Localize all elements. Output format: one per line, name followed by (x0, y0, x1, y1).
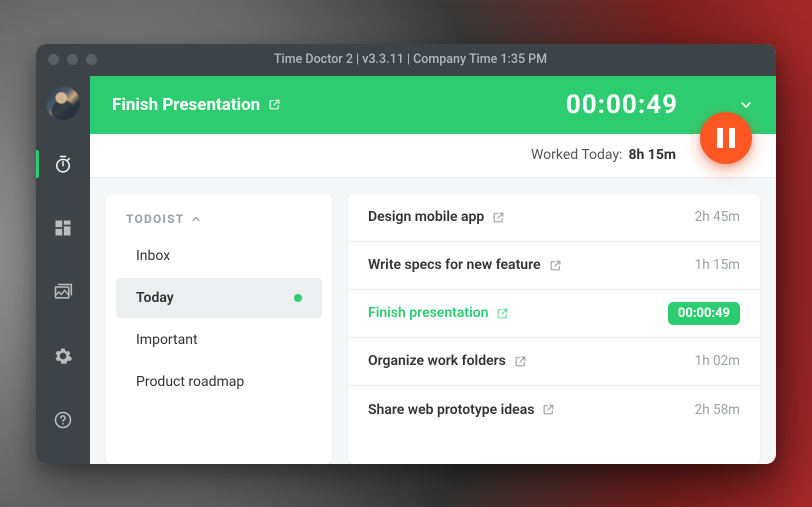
main-area: Finish Presentation 00:00:49 Worked Toda… (90, 76, 776, 464)
task-time: 2h 58m (695, 402, 740, 418)
task-name: Design mobile app (368, 209, 484, 225)
active-dot-icon (294, 294, 302, 302)
dashboard-icon (53, 218, 73, 238)
sidebar-item-today[interactable]: Today (116, 278, 322, 318)
task-row[interactable]: Finish presentation 00:00:49 (348, 290, 760, 338)
sidebar-item-important[interactable]: Important (116, 320, 322, 360)
task-name: Share web prototype ideas (368, 402, 534, 418)
sidebar-item-label: Today (136, 290, 174, 306)
project-panel: TODOIST Inbox Today Important (106, 194, 332, 464)
external-link-icon (496, 307, 509, 320)
avatar[interactable] (46, 86, 80, 120)
titlebar[interactable]: Time Doctor 2 | v3.3.11 | Company Time 1… (36, 44, 776, 76)
nav-help[interactable] (36, 400, 90, 440)
sidebar-item-label: Product roadmap (136, 374, 244, 390)
external-link-icon (492, 211, 505, 224)
titlebar-text: Time Doctor 2 | v3.3.11 | Company Time 1… (57, 52, 764, 67)
external-link-icon (514, 355, 527, 368)
image-icon (53, 282, 73, 302)
task-time: 1h 15m (695, 257, 740, 273)
worked-today-bar: Worked Today: 8h 15m (90, 134, 776, 178)
gear-icon (53, 346, 73, 366)
task-row[interactable]: Share web prototype ideas 2h 58m (348, 386, 760, 434)
nav-settings[interactable] (36, 336, 90, 376)
external-link-icon (268, 98, 281, 111)
sidebar-item-product-roadmap[interactable]: Product roadmap (116, 362, 322, 402)
nav-sidebar (36, 76, 90, 464)
current-task-title[interactable]: Finish Presentation (112, 95, 281, 115)
worked-today-value: 8h 15m (628, 147, 676, 163)
task-name: Finish presentation (368, 305, 488, 321)
app-window: Time Doctor 2 | v3.3.11 | Company Time 1… (36, 44, 776, 464)
project-group-header[interactable]: TODOIST (106, 212, 332, 234)
current-task-label: Finish Presentation (112, 95, 260, 115)
chevron-up-icon (190, 213, 202, 225)
task-name: Write specs for new feature (368, 257, 541, 273)
task-row[interactable]: Write specs for new feature 1h 15m (348, 242, 760, 290)
task-row[interactable]: Design mobile app 2h 45m (348, 194, 760, 242)
help-icon (53, 410, 73, 430)
task-time: 2h 45m (695, 209, 740, 225)
sidebar-item-label: Inbox (136, 248, 170, 264)
external-link-icon (542, 403, 555, 416)
nav-screenshots[interactable] (36, 272, 90, 312)
task-row[interactable]: Organize work folders 1h 02m (348, 338, 760, 386)
tracking-header: Finish Presentation 00:00:49 (90, 76, 776, 134)
task-list-panel: Design mobile app 2h 45m Write specs for… (348, 194, 760, 464)
chevron-down-icon[interactable] (738, 97, 754, 113)
task-timer-badge: 00:00:49 (668, 302, 740, 325)
worked-today-label: Worked Today: (531, 147, 623, 163)
nav-dashboard[interactable] (36, 208, 90, 248)
task-time: 1h 02m (695, 353, 740, 369)
sidebar-item-label: Important (136, 332, 198, 348)
nav-timer[interactable] (36, 144, 90, 184)
task-name: Organize work folders (368, 353, 506, 369)
project-group-label: TODOIST (126, 212, 184, 226)
external-link-icon (549, 259, 562, 272)
pause-button[interactable] (700, 112, 752, 164)
timer-display: 00:00:49 (566, 90, 678, 120)
stopwatch-icon (53, 154, 73, 174)
sidebar-item-inbox[interactable]: Inbox (116, 236, 322, 276)
